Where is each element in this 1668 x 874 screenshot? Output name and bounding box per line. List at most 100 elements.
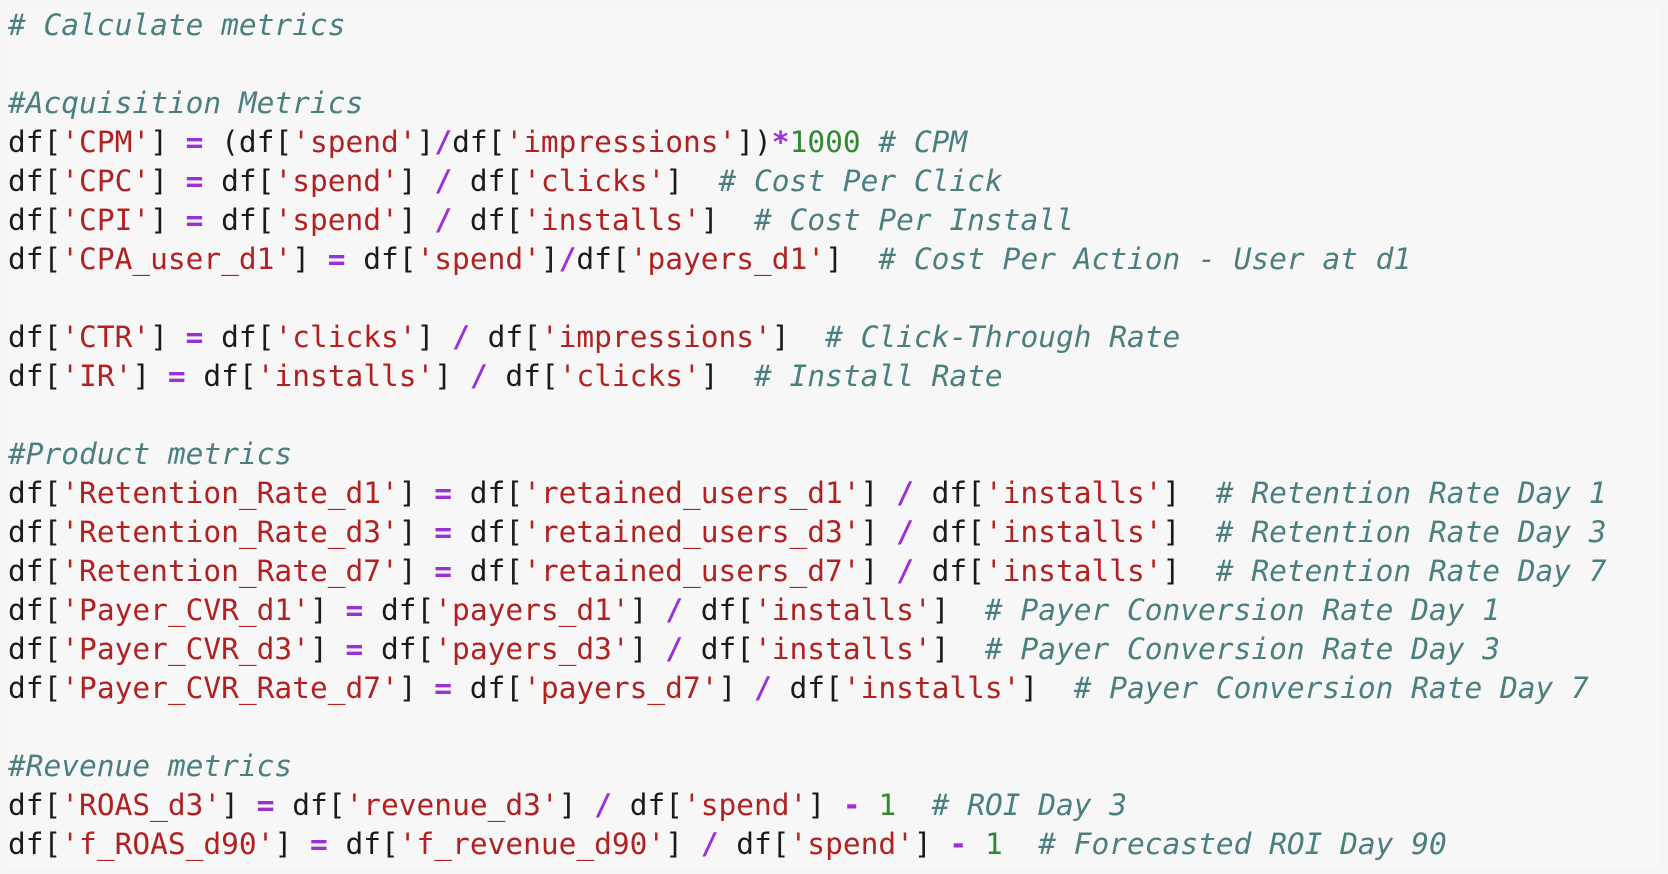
string-literal: 'Retention_Rate_d1' (61, 476, 399, 510)
operator: = (345, 593, 364, 627)
code-token: df[ (452, 554, 524, 588)
string-literal: 'revenue_d3' (345, 788, 559, 822)
code-comment: #Revenue metrics (8, 749, 293, 783)
code-comment: # Payer Conversion Rate Day 3 (984, 632, 1500, 666)
code-token: df[ (8, 164, 62, 198)
string-literal: 'clicks' (558, 359, 701, 393)
code-line: #Product metrics (8, 435, 1660, 474)
string-literal: 'spend' (274, 164, 399, 198)
string-literal: 'installs' (754, 632, 932, 666)
code-line: df['Payer_CVR_d3'] = df['payers_d3'] / d… (8, 630, 1660, 669)
code-comment: # Cost Per Install (754, 203, 1074, 237)
operator: / (896, 476, 914, 510)
operator: = (167, 359, 186, 393)
code-token: df[ (682, 593, 755, 627)
operator: / (558, 242, 577, 276)
code-line: #Acquisition Metrics (8, 84, 1660, 123)
code-comment: # Retention Rate Day 7 (1215, 554, 1607, 588)
code-token: ] (629, 632, 666, 666)
operator: = (185, 203, 204, 237)
code-comment: # Forecasted ROI Day 90 (1038, 827, 1447, 861)
operator: = (185, 125, 204, 159)
code-token: df[ (8, 827, 62, 861)
string-literal: 'retained_users_d1' (523, 476, 861, 510)
code-token: ] (434, 359, 470, 393)
code-token: df[ (8, 515, 62, 549)
code-token: df[ (8, 359, 62, 393)
code-token: ] (700, 203, 755, 237)
string-literal: 'installs' (984, 515, 1163, 549)
string-literal: 'Payer_CVR_d1' (61, 593, 310, 627)
code-token: ] (1162, 554, 1216, 588)
string-literal: 'clicks' (523, 164, 666, 198)
string-literal: 'installs' (984, 554, 1163, 588)
code-token: ] (309, 593, 346, 627)
operator: - (949, 827, 968, 861)
code-token: df[ (452, 203, 524, 237)
code-token: ] (150, 320, 186, 354)
code-token: df[ (8, 788, 62, 822)
string-literal: 'CPA_user_d1' (61, 242, 293, 276)
code-token: df[ (682, 632, 755, 666)
code-token: ] (665, 164, 719, 198)
operator: / (665, 593, 683, 627)
code-token: df[ (8, 125, 62, 159)
operator: / (665, 632, 683, 666)
operator: / (469, 359, 488, 393)
string-literal: 'impressions' (505, 125, 737, 159)
code-token: ] (1162, 515, 1216, 549)
string-literal: 'clicks' (274, 320, 417, 354)
number-literal: 1000 (789, 125, 861, 159)
string-literal: 'ROAS_d3' (61, 788, 222, 822)
operator: / (434, 203, 453, 237)
string-literal: 'installs' (842, 671, 1021, 705)
string-literal: 'CPI' (61, 203, 151, 237)
string-literal: 'f_revenue_d90' (398, 827, 666, 861)
operator: / (700, 827, 719, 861)
code-token: df[ (327, 827, 399, 861)
code-token: ] (1162, 476, 1216, 510)
operator: - (842, 788, 861, 822)
code-token: ] (398, 476, 435, 510)
code-line: df['Payer_CVR_Rate_d7'] = df['payers_d7'… (8, 669, 1660, 708)
number-literal: 1 (878, 788, 897, 822)
code-token: ] (807, 788, 843, 822)
operator: / (434, 164, 453, 198)
code-token: ] (398, 515, 435, 549)
code-line: df['CPM'] = (df['spend']/df['impressions… (8, 123, 1660, 162)
code-comment: # Install Rate (754, 359, 1003, 393)
code-token: df[ (363, 632, 435, 666)
code-comment: # Cost Per Click (718, 164, 1003, 198)
code-line: df['CTR'] = df['clicks'] / df['impressio… (8, 318, 1660, 357)
code-token: df[ (469, 320, 541, 354)
code-token: ] (1020, 671, 1074, 705)
code-token: df[ (203, 164, 275, 198)
string-literal: 'impressions' (540, 320, 772, 354)
code-line: df['CPI'] = df['spend'] / df['installs']… (8, 201, 1660, 240)
operator: * (771, 125, 790, 159)
code-line: df['Payer_CVR_d1'] = df['payers_d1'] / d… (8, 591, 1660, 630)
code-comment: # Click-Through Rate (825, 320, 1181, 354)
code-comment: # Cost Per Action - User at d1 (878, 242, 1412, 276)
code-token: df[ (203, 203, 275, 237)
code-token: df[ (274, 788, 346, 822)
code-token: df[ (576, 242, 630, 276)
code-token: ] (825, 242, 879, 276)
string-literal: 'payers_d3' (434, 632, 630, 666)
code-token: ] (558, 788, 595, 822)
code-token: ] (913, 827, 950, 861)
string-literal: 'CPC' (61, 164, 151, 198)
code-token: df[ (611, 788, 683, 822)
code-comment: # Calculate metrics (8, 8, 346, 42)
code-token: df[ (913, 515, 985, 549)
string-literal: 'installs' (754, 593, 932, 627)
string-literal: 'spend' (789, 827, 914, 861)
code-line: #Revenue metrics (8, 747, 1660, 786)
code-token: df[ (487, 359, 559, 393)
operator: = (327, 242, 346, 276)
code-token: ] (309, 632, 346, 666)
string-literal: 'CTR' (61, 320, 151, 354)
code-line: # Calculate metrics (8, 6, 1660, 45)
